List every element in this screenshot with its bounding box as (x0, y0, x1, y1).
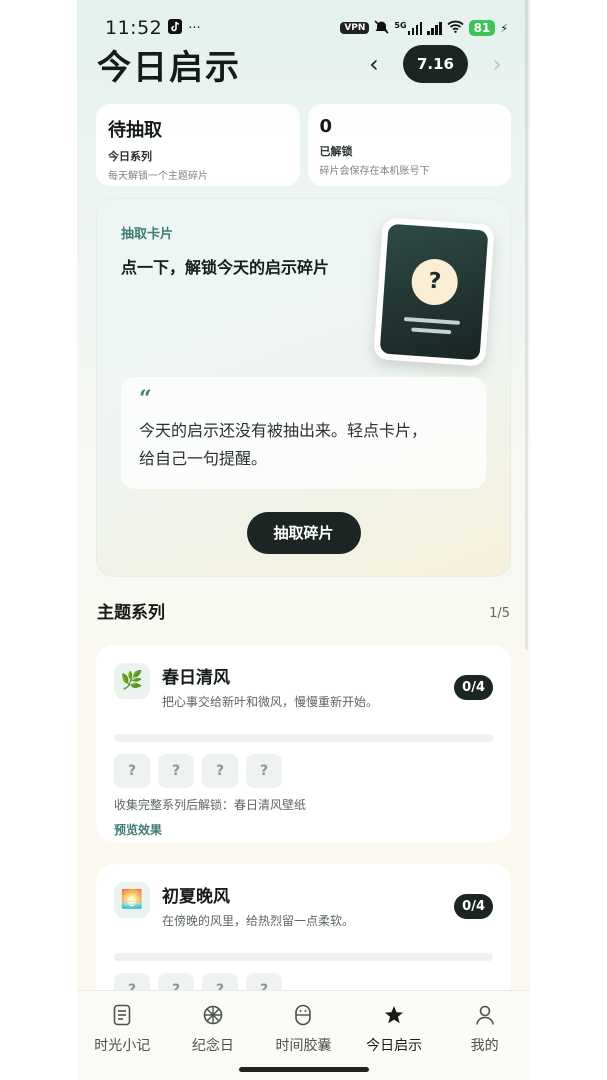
series-progress-badge: 0/4 (454, 894, 493, 919)
card-line-decoration (403, 316, 461, 325)
mute-icon (374, 19, 389, 37)
profile-icon (473, 1003, 497, 1027)
card-line-decoration (411, 327, 452, 335)
quote-text: 今天的启示还没有被抽出来。轻点卡片， 给自己一句提醒。 (139, 417, 468, 473)
status-time: 11:52 (105, 17, 163, 39)
fragment-slot: ? (246, 754, 282, 788)
leaf-icon: 🌿 (114, 663, 150, 699)
draw-card-panel: 抽取卡片 点一下，解锁今天的启示碎片 ? “ 今天的启示还没有被抽出来。轻点卡片… (96, 198, 511, 577)
preview-link[interactable]: 预览效果 (114, 821, 162, 838)
series-progress-bar (114, 953, 493, 961)
series-section-header: 主题系列 1/5 (97, 598, 510, 623)
question-mark-icon: ? (410, 257, 460, 307)
series-description: 在傍晚的风里，给热烈留一点柔软。 (162, 914, 355, 928)
next-day-button[interactable]: › (486, 50, 508, 78)
fragment-slot: ? (202, 754, 238, 788)
quote-icon: “ (139, 386, 152, 412)
bottom-tab-bar: 时光小记 纪念日 时间胶囊 今日启示 我的 (77, 990, 530, 1080)
star-icon (382, 1003, 406, 1027)
journal-icon (110, 1003, 134, 1027)
unlock-reward-text: 收集完整系列后解锁：春日清风壁纸 (114, 798, 307, 812)
quote-box: “ 今天的启示还没有被抽出来。轻点卡片， 给自己一句提醒。 (121, 377, 486, 489)
status-bar: 11:52 ··· VPN 5G 81 ⚡ (105, 14, 508, 42)
stat-label: 已解锁 (319, 145, 353, 158)
mystery-card-face: ? (379, 223, 489, 361)
tab-label: 我的 (470, 1038, 499, 1054)
app-screen: 11:52 ··· VPN 5G 81 ⚡ 今日启示 ‹ 7.16 › 待抽取 … (77, 0, 530, 1080)
tab-profile[interactable]: 我的 (439, 991, 530, 1080)
quote-line: 给自己一句提醒。 (139, 449, 268, 468)
draw-card-title: 点一下，解锁今天的启示碎片 (121, 258, 330, 277)
sunset-icon: 🌅 (114, 882, 150, 918)
network-type: 5G (394, 21, 407, 30)
stats-row: 待抽取 今日系列 每天解锁一个主题碎片 0 已解锁 碎片会保存在本机账号下 (96, 104, 511, 186)
stat-card-today-series: 待抽取 今日系列 每天解锁一个主题碎片 (96, 104, 300, 186)
series-progress-bar (114, 734, 493, 742)
stat-subtext: 每天解锁一个主题碎片 (108, 171, 208, 182)
status-more: ··· (188, 20, 201, 36)
tiktok-icon (168, 18, 183, 38)
section-title: 主题系列 (97, 603, 165, 623)
page-header: 今日启示 ‹ 7.16 › (97, 42, 508, 88)
series-page-count: 1/5 (489, 606, 510, 621)
draw-fragment-button[interactable]: 抽取碎片 (246, 512, 361, 554)
tab-label: 时光小记 (94, 1038, 151, 1054)
fragment-slot: ? (114, 754, 150, 788)
vpn-badge: VPN (340, 22, 370, 34)
current-date-pill[interactable]: 7.16 (402, 45, 468, 83)
capsule-icon (291, 1003, 315, 1027)
mystery-card[interactable]: ? (373, 217, 495, 367)
series-card-spring[interactable]: 🌿 春日清风 把心事交给新叶和微风，慢慢重新开始。 0/4 ? ? ? ? 收集… (96, 645, 511, 842)
battery-indicator: 81 (468, 20, 496, 36)
series-progress-badge: 0/4 (454, 675, 493, 700)
signal-icon (427, 21, 442, 35)
series-name: 初夏晚风 (162, 887, 230, 907)
page-title: 今日启示 (97, 47, 241, 88)
stat-value: 0 (319, 116, 333, 137)
tab-label: 时间胶囊 (275, 1038, 332, 1054)
date-navigator: ‹ 7.16 › (363, 45, 508, 83)
wheel-icon (201, 1003, 225, 1027)
wifi-icon (446, 20, 464, 36)
scrollbar[interactable] (525, 0, 528, 650)
series-name: 春日清风 (162, 668, 230, 688)
fragment-slots: ? ? ? ? (114, 754, 493, 788)
tab-label: 纪念日 (191, 1038, 234, 1054)
stat-subtext: 碎片会保存在本机账号下 (319, 166, 430, 177)
draw-card-kicker: 抽取卡片 (121, 227, 174, 242)
signal-5g-icon: 5G (394, 21, 423, 35)
series-description: 把心事交给新叶和微风，慢慢重新开始。 (162, 695, 379, 709)
home-indicator[interactable] (238, 1067, 369, 1072)
prev-day-button[interactable]: ‹ (363, 50, 385, 78)
stat-label: 今日系列 (108, 150, 152, 163)
quote-line: 今天的启示还没有被抽出来。轻点卡片， (139, 421, 428, 440)
stat-card-unlocked: 0 已解锁 碎片会保存在本机账号下 (307, 104, 511, 186)
tab-label: 今日启示 (366, 1038, 423, 1054)
stat-value: 待抽取 (108, 120, 162, 141)
charging-icon: ⚡ (500, 21, 508, 35)
fragment-slot: ? (158, 754, 194, 788)
tab-journal[interactable]: 时光小记 (77, 991, 168, 1080)
